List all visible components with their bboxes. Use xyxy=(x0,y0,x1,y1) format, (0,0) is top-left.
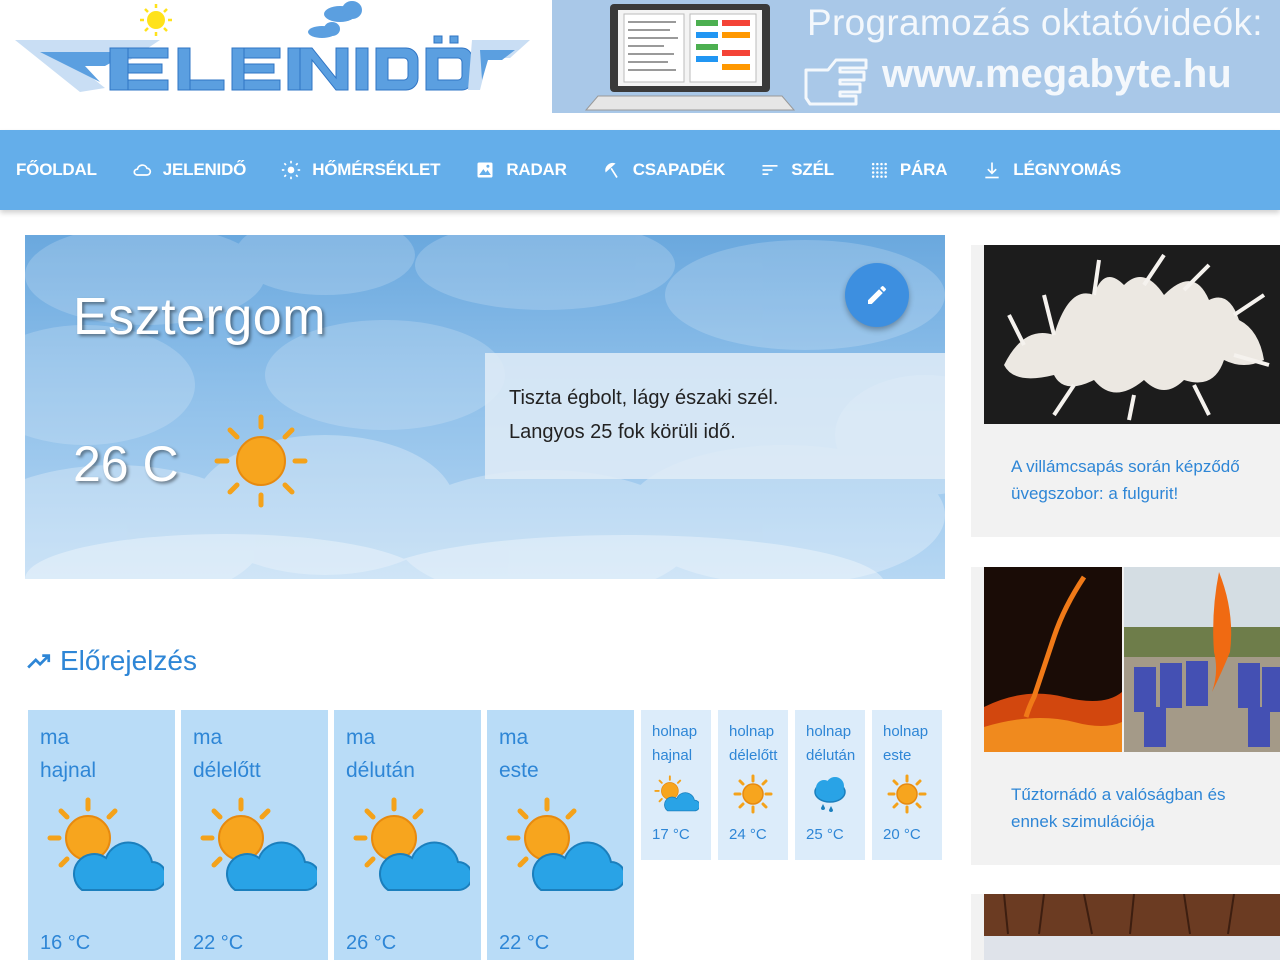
rain-cloud-icon xyxy=(814,777,846,812)
caption-line: A villámcsapás során képződő xyxy=(1011,457,1240,476)
sun-cloud-icon xyxy=(654,775,699,812)
current-weather-panel: Esztergom 26 C Tiszta égbolt, lágy észak… xyxy=(25,235,945,579)
nav-item-radar[interactable]: RADAR xyxy=(474,159,567,181)
forecast-period: délelőtt xyxy=(729,747,778,764)
cloud-icon xyxy=(131,159,153,181)
nav-item-szel[interactable]: SZÉL xyxy=(759,159,834,181)
nav-item-csapadek[interactable]: CSAPADÉK xyxy=(601,159,726,181)
forecast-card-today[interactable]: ma délután 26 °C xyxy=(334,710,481,960)
nav-label: HŐMÉRSÉKLET xyxy=(312,160,441,179)
caption-line: ennek szimulációja xyxy=(1011,812,1155,831)
forecast-day: holnap xyxy=(806,723,852,740)
forecast-day: ma xyxy=(193,726,223,749)
pencil-icon xyxy=(868,285,886,304)
sun-cloud-icon xyxy=(503,796,623,896)
description-line: Tiszta égbolt, lágy északi szél. xyxy=(509,387,779,409)
sun-cloud-icon xyxy=(350,796,470,896)
nav-label: RADAR xyxy=(506,160,567,179)
fire-tornado-photo[interactable] xyxy=(984,567,1280,752)
trending-up-icon xyxy=(27,654,51,669)
article-caption[interactable]: A villámcsapás során képződő üvegszobor:… xyxy=(1011,453,1266,507)
forecast-day: holnap xyxy=(883,723,929,740)
forecast-temperature: 22 °C xyxy=(193,932,244,954)
forecast-card-today[interactable]: ma hajnal 16 °C xyxy=(28,710,175,960)
forecast-temperature: 16 °C xyxy=(40,932,91,954)
sun-icon xyxy=(887,774,927,814)
main-nav: FŐOLDAL JELENIDŐ HŐMÉRSÉKLET RADAR CSAPA… xyxy=(0,130,1280,210)
nav-label: SZÉL xyxy=(791,160,834,179)
nav-item-fooldal[interactable]: FŐOLDAL xyxy=(16,160,97,180)
banner-headline: Programozás oktatóvideók: xyxy=(807,2,1263,43)
forecast-temperature: 25 °C xyxy=(806,826,844,843)
site-header: Programozás oktatóvideók: www.megabyte.h… xyxy=(0,0,1280,130)
forecast-day: ma xyxy=(346,726,376,749)
sun-cloud-icon xyxy=(44,796,164,896)
dots-grid-icon xyxy=(868,159,890,181)
laptop-illustration xyxy=(584,4,796,111)
forecast-day: holnap xyxy=(652,723,698,740)
forecast-period: este xyxy=(883,747,912,764)
weather-description: Tiszta égbolt, lágy északi szél. Langyos… xyxy=(485,353,945,479)
forecast-period: hajnal xyxy=(652,747,693,764)
sun-icon xyxy=(214,414,308,508)
forecast-heading: Előrejelzés xyxy=(26,645,197,677)
description-line: Langyos 25 fok körüli idő. xyxy=(509,421,736,443)
banner-url: www.megabyte.hu xyxy=(882,52,1232,96)
forecast-card-today[interactable]: ma délelőtt 22 °C xyxy=(181,710,328,960)
forecast-title: Előrejelzés xyxy=(60,645,197,676)
umbrella-icon xyxy=(601,159,623,181)
nav-label: FŐOLDAL xyxy=(16,160,97,179)
forecast-card-today[interactable]: ma este 22 °C xyxy=(487,710,634,960)
sidebar-article[interactable]: A villámcsapás során képződő üvegszobor:… xyxy=(971,245,1280,537)
sun-icon xyxy=(280,159,302,181)
nav-item-legnyomas[interactable]: LÉGNYOMÁS xyxy=(981,159,1121,181)
pointing-hand-icon xyxy=(804,58,868,106)
download-arrow-icon xyxy=(981,159,1003,181)
forecast-card-tomorrow[interactable]: holnap délután 25 °C xyxy=(795,710,865,860)
forecast-day: ma xyxy=(40,726,70,749)
ad-banner[interactable]: Programozás oktatóvideók: www.megabyte.h… xyxy=(552,0,1280,113)
nav-label: LÉGNYOMÁS xyxy=(1013,160,1122,179)
forecast-temperature: 20 °C xyxy=(883,826,921,843)
winter-landscape-photo[interactable] xyxy=(984,894,1280,960)
forecast-period: este xyxy=(499,759,539,782)
forecast-temperature: 17 °C xyxy=(652,826,690,843)
nav-item-homerseklet[interactable]: HŐMÉRSÉKLET xyxy=(280,159,441,181)
forecast-period: délelőtt xyxy=(193,759,261,782)
nav-label: JELENIDŐ xyxy=(162,160,247,179)
nav-item-jelenido[interactable]: JELENIDŐ xyxy=(131,159,246,181)
wind-icon xyxy=(759,159,781,181)
nav-label: PÁRA xyxy=(899,160,948,179)
forecast-temperature: 26 °C xyxy=(346,932,397,954)
forecast-period: délután xyxy=(346,759,415,782)
forecast-day: ma xyxy=(499,726,529,749)
forecast-card-tomorrow[interactable]: holnap délelőtt 24 °C xyxy=(718,710,788,860)
forecast-temperature: 22 °C xyxy=(499,932,550,954)
image-icon xyxy=(474,159,496,181)
forecast-card-tomorrow[interactable]: holnap hajnal 17 °C xyxy=(641,710,711,860)
edit-location-button[interactable] xyxy=(845,263,909,327)
forecast-temperature: 24 °C xyxy=(729,826,767,843)
sun-cloud-icon xyxy=(197,796,317,896)
forecast-period: délután xyxy=(806,747,856,764)
jelenido-logo[interactable] xyxy=(10,0,530,115)
sun-icon xyxy=(733,774,773,814)
sidebar-article[interactable]: Tűztornádó a valóságban és ennek szimulá… xyxy=(971,567,1280,865)
fulgurite-photo[interactable] xyxy=(984,245,1280,424)
logo-sun-icon xyxy=(140,4,172,36)
caption-line: Tűztornádó a valóságban és xyxy=(1011,785,1226,804)
current-temperature: 26 C xyxy=(73,436,179,492)
caption-line: üvegszobor: a fulgurit! xyxy=(1011,484,1179,503)
nav-label: CSAPADÉK xyxy=(632,160,726,179)
forecast-card-tomorrow[interactable]: holnap este 20 °C xyxy=(872,710,942,860)
city-name: Esztergom xyxy=(73,288,327,346)
article-caption[interactable]: Tűztornádó a valóságban és ennek szimulá… xyxy=(1011,781,1266,835)
forecast-day: holnap xyxy=(729,723,775,740)
sidebar-article[interactable] xyxy=(971,894,1280,960)
forecast-period: hajnal xyxy=(40,759,97,782)
nav-item-para[interactable]: PÁRA xyxy=(868,159,947,181)
